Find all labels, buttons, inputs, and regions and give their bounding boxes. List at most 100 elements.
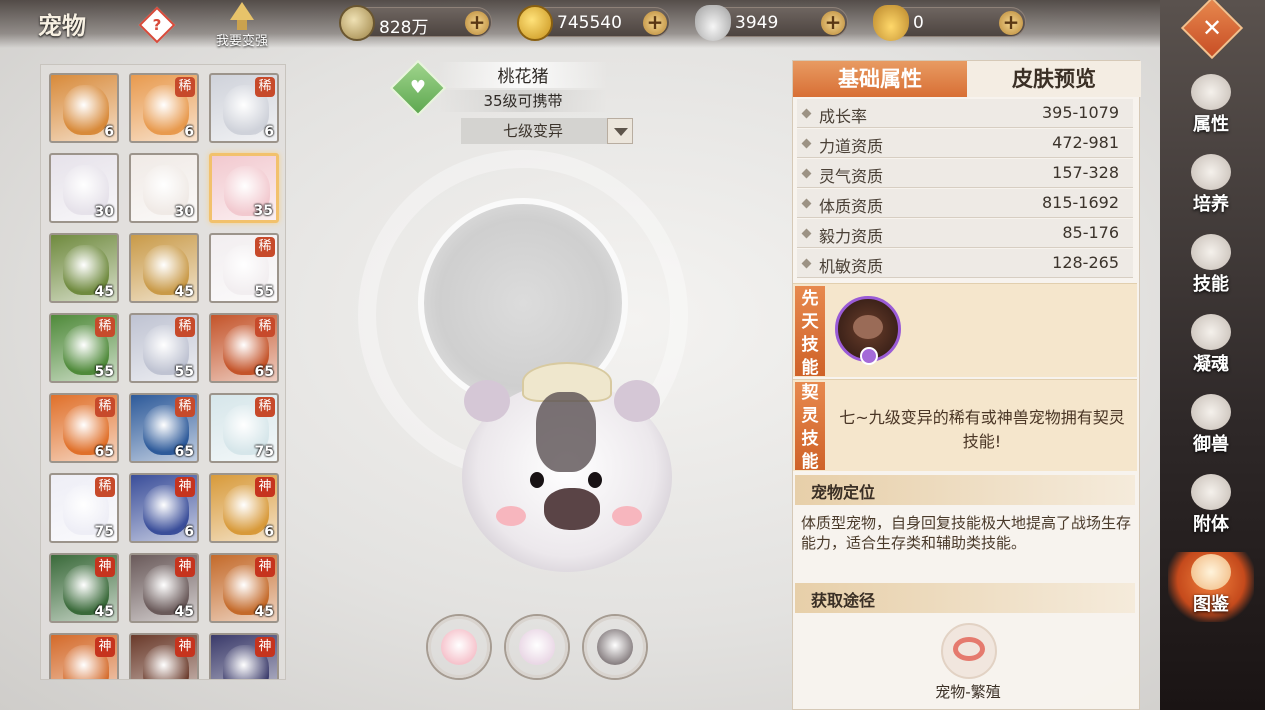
pet-slot[interactable]: 神 45	[129, 553, 199, 623]
pig-face-icon	[441, 629, 477, 665]
add-gold-button[interactable]: +	[643, 11, 667, 35]
become-stronger-button[interactable]: 我要变强	[204, 2, 280, 50]
pet-grid: 6 稀 6 稀 6 30 30 35 45 45 稀 55 稀 55 稀 55 稀 65 稀 65 稀 65 稀 75 稀 75 神…	[49, 73, 279, 679]
tab-basic-attributes[interactable]: 基础属性	[793, 61, 967, 97]
pet-slot[interactable]: 稀 75	[49, 473, 119, 543]
attribute-value: 157-328	[1052, 163, 1119, 182]
innate-skill-label: 先天技能	[795, 286, 825, 378]
become-stronger-label: 我要变强	[215, 34, 268, 49]
pet-slot[interactable]: 稀 55	[129, 313, 199, 383]
scroll-icon	[1191, 234, 1231, 270]
obtain-title: 获取途径	[811, 591, 876, 610]
side-menu-item[interactable]: 培养	[1168, 152, 1254, 222]
pet-slot[interactable]: 神 45	[209, 553, 279, 623]
chevron-down-icon[interactable]	[607, 118, 633, 144]
pet-slot[interactable]: 30	[49, 153, 119, 223]
contract-skill-section: 契灵技能 七~九级变异的稀有或神兽宠物拥有契灵技能!	[793, 379, 1137, 472]
pet-eye	[588, 472, 602, 488]
pet-level: 6	[104, 124, 114, 140]
up-arrow-icon	[230, 2, 254, 20]
pet-slot[interactable]: 6	[49, 73, 119, 143]
pet-level: 55	[254, 284, 274, 300]
pet-slot[interactable]: 神 45	[49, 553, 119, 623]
rarity-badge: 稀	[175, 397, 195, 417]
currency-value: 828万	[379, 18, 429, 38]
side-menu-item[interactable]: 凝魂	[1168, 312, 1254, 382]
pet-level: 6	[184, 524, 194, 540]
bullet-icon	[801, 138, 812, 149]
skin-option-2[interactable]	[506, 616, 568, 678]
pet-level: 55	[174, 364, 194, 380]
pet-slot[interactable]: 稀6	[129, 73, 199, 143]
paw-icon	[860, 347, 878, 365]
pet-level: 45	[94, 604, 114, 620]
mutation-dropdown[interactable]: 七级变异	[461, 118, 633, 144]
rarity-badge: 稀	[95, 477, 115, 497]
pet-level: 35	[253, 203, 273, 219]
side-menu-label: 培养	[1193, 194, 1229, 215]
add-copper-button[interactable]: +	[465, 11, 489, 35]
attribute-name: 力道资质	[819, 137, 884, 156]
pet-cheek	[612, 506, 642, 526]
rarity-badge: 神	[175, 477, 195, 497]
attribute-value: 395-1079	[1041, 103, 1119, 122]
pet-slot[interactable]: 神	[129, 633, 199, 679]
possess-icon	[1191, 474, 1231, 510]
pet-slot[interactable]: 35	[209, 153, 279, 223]
up-arrow-stem	[237, 20, 247, 30]
side-menu-item[interactable]: 图鉴	[1168, 552, 1254, 622]
pet-slot[interactable]: 45	[129, 233, 199, 303]
copper-coin-icon	[339, 5, 375, 41]
pet-cheek	[496, 506, 526, 526]
pet-slot[interactable]: 45	[49, 233, 119, 303]
attribute-row: 毅力资质 85-176	[797, 219, 1133, 248]
rarity-badge: 神	[255, 637, 275, 657]
skin-option-1[interactable]	[428, 616, 490, 678]
close-icon: ✕	[1201, 13, 1223, 42]
rarity-badge: 稀	[255, 397, 275, 417]
side-menu-label: 技能	[1193, 274, 1229, 295]
pet-slot[interactable]: 神	[209, 633, 279, 679]
innate-skill-icon[interactable]	[835, 296, 901, 365]
attribute-row: 力道资质 472-981	[797, 129, 1133, 158]
pet-slot[interactable]: 神	[49, 633, 119, 679]
tab-skin-preview[interactable]: 皮肤预览	[967, 61, 1141, 97]
pet-slot[interactable]: 稀 65	[129, 393, 199, 463]
contract-skill-text: 七~九级变异的稀有或神兽宠物拥有契灵技能!	[839, 408, 1125, 451]
pet-level: 55	[94, 364, 114, 380]
rarity-badge: 稀	[175, 317, 195, 337]
pet-level: 30	[174, 204, 194, 220]
rarity-badge: 稀	[255, 77, 275, 97]
side-menu-label: 御兽	[1193, 434, 1229, 455]
add-silver-ingot-button[interactable]: +	[821, 11, 845, 35]
pet-slot[interactable]: 稀 75	[209, 393, 279, 463]
breeding-source-button[interactable]	[941, 623, 997, 679]
attribute-row: 机敏资质 128-265	[797, 249, 1133, 278]
pet-slot[interactable]: 神6	[129, 473, 199, 543]
side-menu-item[interactable]: 技能	[1168, 232, 1254, 302]
pet-slot[interactable]: 稀 65	[49, 393, 119, 463]
pet-level: 75	[94, 524, 114, 540]
pet-list-panel[interactable]: 6 稀 6 稀 6 30 30 35 45 45 稀 55 稀 55 稀 55 稀 65 稀 65 稀 65 稀 75 稀 75 神…	[40, 64, 286, 680]
dragon-icon	[1191, 394, 1231, 430]
pet-slot[interactable]: 稀 55	[49, 313, 119, 383]
add-gold-ingot-button[interactable]: +	[999, 11, 1023, 35]
side-menu-item[interactable]: 附体	[1168, 472, 1254, 542]
side-menu-item[interactable]: 御兽	[1168, 392, 1254, 462]
pet-slot[interactable]: 神6	[209, 473, 279, 543]
attribute-value: 815-1692	[1041, 193, 1119, 212]
pet-slot[interactable]: 稀 65	[209, 313, 279, 383]
innate-skill-section: 先天技能	[793, 283, 1137, 378]
side-menu-label: 图鉴	[1193, 594, 1229, 615]
side-menu-item[interactable]: 属性	[1168, 72, 1254, 142]
attribute-row: 体质资质 815-1692	[797, 189, 1133, 218]
skin-option-3[interactable]	[584, 616, 646, 678]
pet-slot[interactable]: 稀 55	[209, 233, 279, 303]
pet-slot[interactable]: 30	[129, 153, 199, 223]
rarity-badge: 神	[95, 557, 115, 577]
boar-icon	[853, 315, 883, 339]
bullet-icon	[801, 228, 812, 239]
rarity-badge: 稀	[95, 397, 115, 417]
pet-slot[interactable]: 稀6	[209, 73, 279, 143]
pet-model[interactable]	[452, 362, 682, 580]
